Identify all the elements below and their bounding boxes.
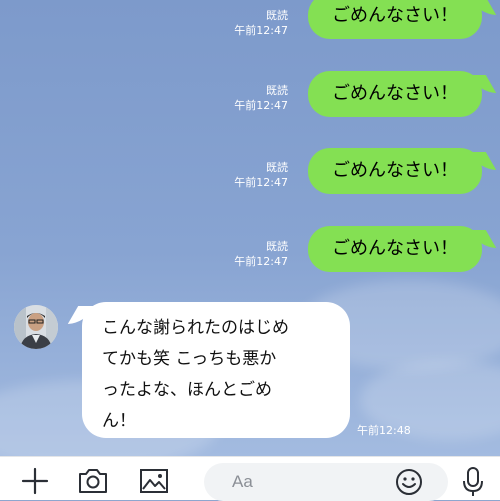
mic-icon[interactable] xyxy=(456,463,490,497)
outgoing-message: 既読 午前12:47 ごめんなさい！ xyxy=(0,0,500,63)
message-bubble[interactable]: ごめんなさい！ xyxy=(308,148,482,194)
incoming-message-bubble[interactable]: こんな謝られたのはじめ てかも笑 こっちも悪か ったよな、ほんとごめ ん！ xyxy=(82,302,350,438)
read-receipt: 既読 xyxy=(266,9,288,22)
message-bubble[interactable]: ごめんなさい！ xyxy=(308,71,482,117)
message-bubble[interactable]: ごめんなさい！ xyxy=(308,226,482,272)
message-line: こんな謝られたのはじめ xyxy=(102,318,289,338)
outgoing-message: 既読 午前12:47 ごめんなさい！ xyxy=(0,148,500,218)
image-icon[interactable] xyxy=(137,463,171,497)
plus-icon[interactable] xyxy=(18,463,52,497)
message-line: ったよな、ほんとごめ xyxy=(102,380,272,400)
contact-avatar[interactable] xyxy=(14,305,58,349)
message-time: 午前12:48 xyxy=(357,424,411,437)
chat-area[interactable]: 既読 午前12:47 ごめんなさい！ 既読 午前12:47 ごめんなさい！ 既読… xyxy=(0,0,500,456)
message-time: 午前12:47 xyxy=(234,24,288,37)
outgoing-message: 既読 午前12:47 ごめんなさい！ xyxy=(0,71,500,141)
message-time: 午前12:47 xyxy=(234,176,288,189)
emoji-icon[interactable] xyxy=(392,463,426,497)
message-time: 午前12:47 xyxy=(234,255,288,268)
camera-icon[interactable] xyxy=(76,463,110,497)
read-receipt: 既読 xyxy=(266,240,288,253)
message-time: 午前12:47 xyxy=(234,99,288,112)
input-toolbar: Aa xyxy=(0,456,500,501)
message-bubble[interactable]: ごめんなさい！ xyxy=(308,0,482,39)
outgoing-message: 既読 午前12:47 ごめんなさい！ xyxy=(0,226,500,296)
read-receipt: 既読 xyxy=(266,161,288,174)
read-receipt: 既読 xyxy=(266,84,288,97)
message-line: ん！ xyxy=(102,411,136,431)
message-line: てかも笑 こっちも悪か xyxy=(102,349,277,369)
